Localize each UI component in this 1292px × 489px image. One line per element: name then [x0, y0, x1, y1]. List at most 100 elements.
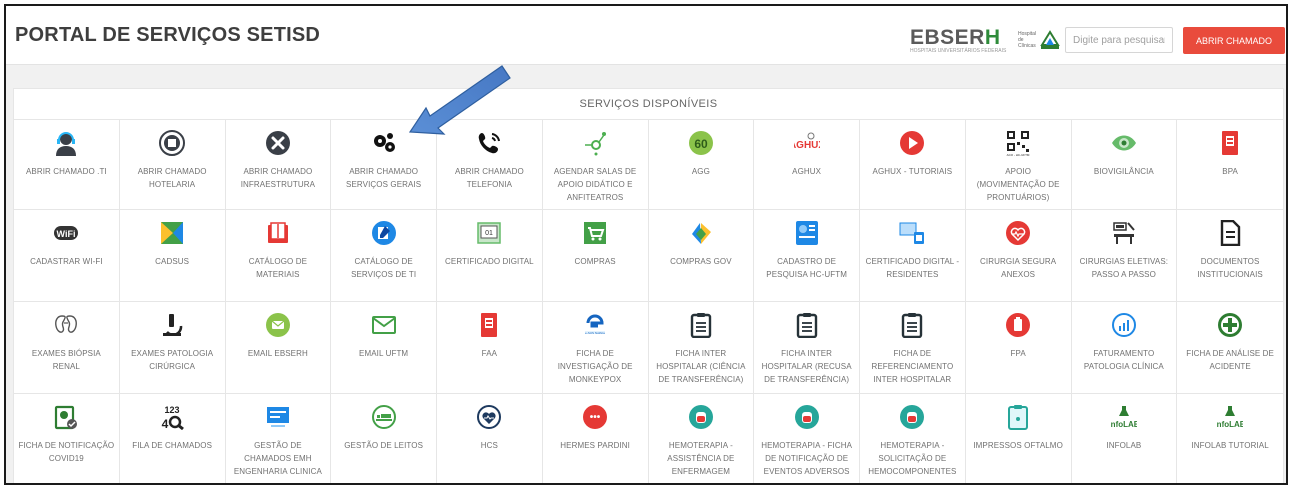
service-tile[interactable]: EMAIL UFTM	[331, 302, 437, 394]
services-grid: ABRIR CHAMADO .TI ABRIR CHAMADO HOTELARIA…	[14, 119, 1283, 483]
blood-bag-icon	[794, 404, 820, 430]
service-tile[interactable]: ABRIR CHAMADO INFRAESTRUTURA	[225, 120, 332, 210]
service-tile[interactable]: ABRIR CHAMADO SERVIÇOS GERAIS	[331, 120, 437, 210]
service-label: FICHA DE ANÁLISE DE ACIDENTE	[1186, 349, 1274, 371]
service-tile[interactable]: COMPRAS	[542, 210, 649, 302]
service-tile[interactable]: CADASTRO DE PESQUISA HC-UFTM	[754, 210, 860, 302]
service-tile[interactable]: 123 4 FILA DE CHAMADOS	[120, 394, 226, 483]
service-label: ABRIR CHAMADO TELEFONIA	[454, 167, 524, 189]
blood-bag-icon	[899, 404, 925, 430]
service-tile[interactable]: EXAMES PATOLOGIA CIRÚRGICA	[119, 302, 226, 394]
service-tile[interactable]: GESTÃO DE LEITOS	[331, 394, 437, 483]
service-label: FICHA DE REFERENCIAMENTO INTER HOSPITALA…	[871, 349, 954, 384]
service-tile[interactable]: 60 AGG	[648, 120, 755, 210]
service-label: HERMES PARDINI	[560, 441, 630, 450]
ebserh-logo-text: EBSER	[910, 26, 985, 49]
email-circle-icon	[265, 312, 291, 338]
svg-text:e-SUS Notifica: e-SUS Notifica	[585, 331, 605, 335]
service-tile[interactable]: CATÁLOGO DE MATERIAIS	[225, 210, 332, 302]
service-tile[interactable]: BIOVIGILÂNCIA	[1071, 120, 1178, 210]
service-tile[interactable]: FICHA DE NOTIFICAÇÃO COVID19	[14, 394, 120, 483]
service-tile[interactable]: FICHA DE REFERENCIAMENTO INTER HOSPITALA…	[860, 302, 966, 394]
compras-gov-icon	[688, 220, 714, 246]
service-tile[interactable]: FPA	[965, 302, 1072, 394]
service-tile[interactable]: HEMOTERAPIA - SOLICITAÇÃO DE HEMOCOMPONE…	[860, 394, 966, 483]
service-label: HCS	[480, 441, 498, 450]
service-tile[interactable]: InfoLAB INFOLAB	[1072, 394, 1178, 483]
service-tile[interactable]: GESTÃO DE CHAMADOS EMH ENGENHARIA CLINIC…	[226, 394, 332, 483]
service-label: ABRIR CHAMADO .TI	[25, 167, 107, 176]
service-label: FAA	[481, 349, 498, 358]
service-tile[interactable]: HEMOTERAPIA - FICHA DE NOTIFICAÇÃO DE EV…	[754, 394, 860, 483]
service-tile[interactable]: CADSUS	[119, 210, 226, 302]
service-label: COMPRAS GOV	[670, 257, 732, 266]
service-label: CATÁLOGO DE MATERIAIS	[248, 257, 308, 279]
service-tile[interactable]: e-SUS Notifica FICHA DE INVESTIGAÇÃO DE M…	[542, 302, 649, 394]
abrir-chamado-button[interactable]: ABRIR CHAMADO	[1183, 27, 1285, 54]
headset-user-icon	[53, 130, 79, 156]
ebserh-logo-subtitle: HOSPITAIS UNIVERSITÁRIOS FEDERAIS	[910, 48, 1007, 54]
service-tile[interactable]: WiFi CADASTRAR WI-FI	[14, 210, 120, 302]
section-title: SERVIÇOS DISPONÍVEIS	[579, 98, 718, 110]
svg-text:4: 4	[162, 417, 169, 430]
plus-circle-icon	[1217, 312, 1243, 338]
heart-circle-icon	[476, 404, 502, 430]
service-tile[interactable]: ••• HERMES PARDINI	[543, 394, 649, 483]
service-label: ABRIR CHAMADO INFRAESTRUTURA	[240, 167, 316, 189]
service-tile[interactable]: AGENDAR SALAS DE APOIO DIDÁTICO E ANFITE…	[542, 120, 649, 210]
service-tile[interactable]: FICHA INTER HOSPITALAR (CIÊNCIA DE TRANS…	[648, 302, 755, 394]
service-label: FILA DE CHAMADOS	[132, 441, 213, 450]
service-tile[interactable]: HCS	[437, 394, 543, 483]
service-label: EMAIL UFTM	[359, 349, 409, 358]
cart-icon	[582, 220, 608, 246]
service-label: CADSUS	[155, 257, 190, 266]
clipboard-icon	[794, 312, 820, 338]
service-label: IMPRESSOS OFTALMO	[973, 441, 1063, 450]
service-tile[interactable]: ABRIR CHAMADO .TI	[14, 120, 120, 210]
service-tile[interactable]: InfoLAB INFOLAB TUTORIAL	[1177, 394, 1283, 483]
service-tile[interactable]: ABRIR CHAMADO HOTELARIA	[119, 120, 226, 210]
microscope-icon	[159, 312, 185, 338]
svg-text:•••: •••	[590, 412, 601, 423]
dashboard-icon	[265, 404, 291, 430]
service-tile[interactable]: FICHA INTER HOSPITALAR (RECUSA DE TRANSF…	[754, 302, 860, 394]
service-label: HEMOTERAPIA - SOLICITAÇÃO DE HEMOCOMPONE…	[868, 441, 957, 476]
service-tile[interactable]: AGHUX - TUTORIAIS	[860, 120, 966, 210]
network-icon	[582, 130, 608, 156]
search-input[interactable]	[1065, 27, 1173, 53]
service-tile[interactable]: IMPRESSOS OFTALMO	[966, 394, 1072, 483]
service-tile[interactable]: ACO - HC-UFTM APOIO (MOVIMENTAÇÃO DE PRON…	[965, 120, 1072, 210]
bed-circle-icon	[371, 404, 397, 430]
svg-text:123: 123	[165, 405, 180, 415]
certificate-residents-icon	[899, 220, 925, 246]
clipboard-icon	[688, 312, 714, 338]
service-label: CIRURGIAS ELETIVAS: PASSO A PASSO	[1079, 257, 1169, 279]
service-tile[interactable]: COMPRAS GOV	[648, 210, 755, 302]
service-label: FICHA DE INVESTIGAÇÃO DE MONKEYPOX	[557, 349, 633, 384]
service-tile[interactable]: DOCUMENTOS INSTITUCIONAIS	[1177, 210, 1283, 302]
service-label: HEMOTERAPIA - ASSISTÊNCIA DE ENFERMAGEM	[667, 441, 735, 476]
service-tile[interactable]: EMAIL EBSERH	[225, 302, 332, 394]
tools-icon	[265, 130, 291, 156]
service-label: FICHA DE NOTIFICAÇÃO COVID19	[18, 441, 115, 463]
service-tile[interactable]: BPA	[1177, 120, 1283, 210]
service-tile[interactable]: CIRURGIAS ELETIVAS: PASSO A PASSO	[1071, 210, 1178, 302]
service-tile[interactable]: EXAMES BIÓPSIA RENAL	[14, 302, 120, 394]
service-tile[interactable]: HEMOTERAPIA - ASSISTÊNCIA DE ENFERMAGEM	[649, 394, 755, 483]
service-tile[interactable]: CATÁLOGO DE SERVIÇOS DE TI	[331, 210, 437, 302]
service-label: AGENDAR SALAS DE APOIO DIDÁTICO E ANFITE…	[553, 167, 637, 202]
service-tile[interactable]: ABRIR CHAMADO TELEFONIA	[437, 120, 543, 210]
service-tile[interactable]: 01 CERTIFICADO DIGITAL	[437, 210, 543, 302]
edit-icon	[371, 220, 397, 246]
service-label: COMPRAS	[574, 257, 616, 266]
monkeypox-icon: e-SUS Notifica	[582, 312, 608, 338]
kidney-icon	[53, 312, 79, 338]
research-icon	[794, 220, 820, 246]
service-tile[interactable]: AGHUX AGHUX	[754, 120, 860, 210]
service-tile[interactable]: FATURAMENTO PATOLOGIA CLÍNICA	[1071, 302, 1178, 394]
service-tile[interactable]: FAA	[437, 302, 543, 394]
top-header: PORTAL DE SERVIÇOS SETISD EBSERH HOSPITA…	[6, 6, 1286, 65]
service-tile[interactable]: FICHA DE ANÁLISE DE ACIDENTE	[1177, 302, 1283, 394]
service-tile[interactable]: CERTIFICADO DIGITAL - RESIDENTES	[860, 210, 966, 302]
service-tile[interactable]: CIRURGIA SEGURA ANEXOS	[965, 210, 1072, 302]
